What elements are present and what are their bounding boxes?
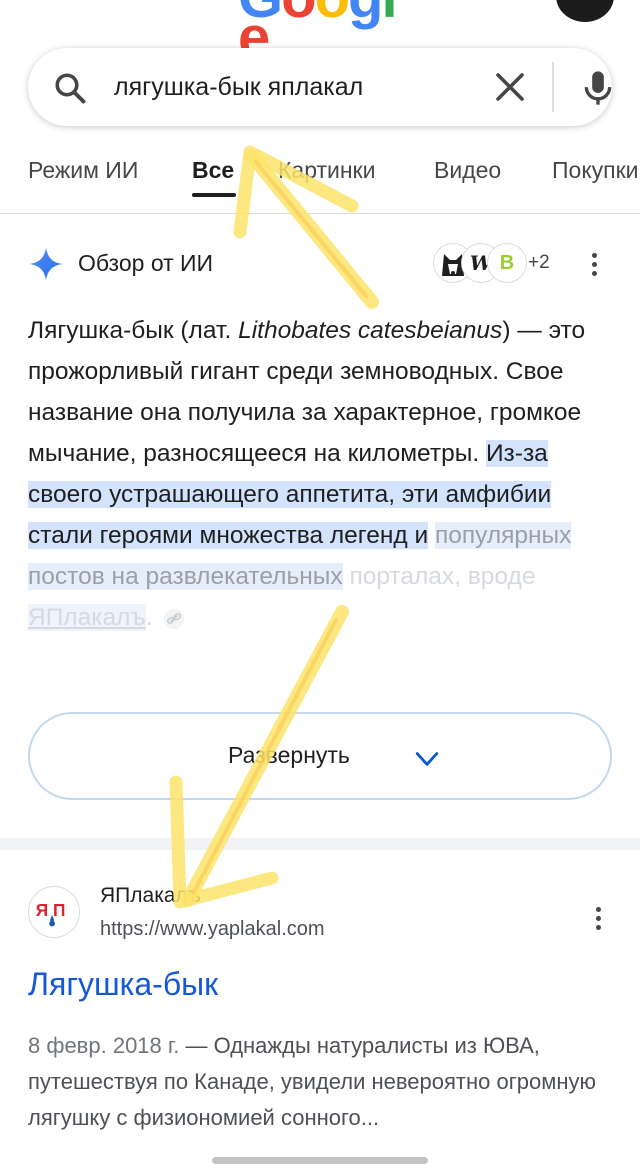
mic-icon[interactable] bbox=[578, 68, 618, 108]
search-divider bbox=[552, 62, 554, 112]
close-icon[interactable] bbox=[492, 69, 528, 105]
ai-faded-suffix: . bbox=[145, 604, 153, 631]
tab-videos[interactable]: Видео bbox=[434, 157, 501, 184]
ai-text-part1: Лягушка-бык (лат. bbox=[28, 317, 239, 344]
search-icon[interactable] bbox=[52, 70, 88, 106]
ai-faded-prefix: порталах, вроде bbox=[349, 563, 536, 590]
search-bar[interactable] bbox=[28, 48, 612, 126]
home-indicator[interactable] bbox=[212, 1157, 428, 1164]
ai-overview-text: Лягушка-бык (лат. Lithobates catesbeianu… bbox=[28, 310, 618, 638]
tab-shopping[interactable]: Покупки bbox=[552, 157, 639, 184]
expand-button[interactable]: Развернуть bbox=[28, 712, 612, 800]
site-favicon[interactable]: Я П bbox=[28, 886, 80, 938]
result-snippet: 8 февр. 2018 г. — Однажды натуралисты из… bbox=[28, 1028, 608, 1136]
b-icon: B bbox=[488, 244, 526, 282]
account-avatar[interactable] bbox=[556, 0, 614, 22]
result-url[interactable]: https://www.yaplakal.com bbox=[100, 918, 325, 941]
result-date: 8 февр. 2018 г. bbox=[28, 1033, 180, 1058]
link-icon[interactable] bbox=[163, 608, 185, 630]
source-icons[interactable]: W B bbox=[434, 244, 534, 282]
expand-label: Развернуть bbox=[228, 742, 350, 768]
sparkle-icon bbox=[29, 247, 63, 281]
tab-all[interactable]: Все bbox=[192, 157, 234, 184]
svg-text:П: П bbox=[53, 900, 65, 920]
ai-text-latin: Lithobates catesbeianus bbox=[238, 317, 503, 344]
result-site-name[interactable]: ЯПлакалъ bbox=[100, 884, 201, 908]
ai-overview-title: Обзор от ИИ bbox=[78, 250, 214, 276]
section-divider bbox=[0, 838, 640, 850]
ai-source-link[interactable]: ЯПлакалъ bbox=[28, 604, 146, 631]
google-logo[interactable]: Google bbox=[238, 0, 402, 67]
result-more-icon[interactable] bbox=[594, 904, 602, 934]
search-input[interactable] bbox=[114, 66, 474, 108]
active-tab-indicator bbox=[192, 193, 236, 197]
tab-images[interactable]: Картинки bbox=[278, 157, 375, 184]
chevron-down-icon bbox=[415, 752, 439, 766]
search-tabs: Режим ИИ Все Картинки Видео Покупки bbox=[0, 150, 640, 214]
ai-overview-header: Обзор от ИИ W B +2 bbox=[28, 244, 612, 284]
source-count[interactable]: +2 bbox=[528, 252, 550, 274]
result-title-link[interactable]: Лягушка-бык bbox=[28, 966, 218, 1003]
tab-ai-mode[interactable]: Режим ИИ bbox=[28, 157, 138, 184]
svg-text:Я: Я bbox=[36, 900, 48, 920]
more-options-icon[interactable] bbox=[590, 250, 598, 280]
